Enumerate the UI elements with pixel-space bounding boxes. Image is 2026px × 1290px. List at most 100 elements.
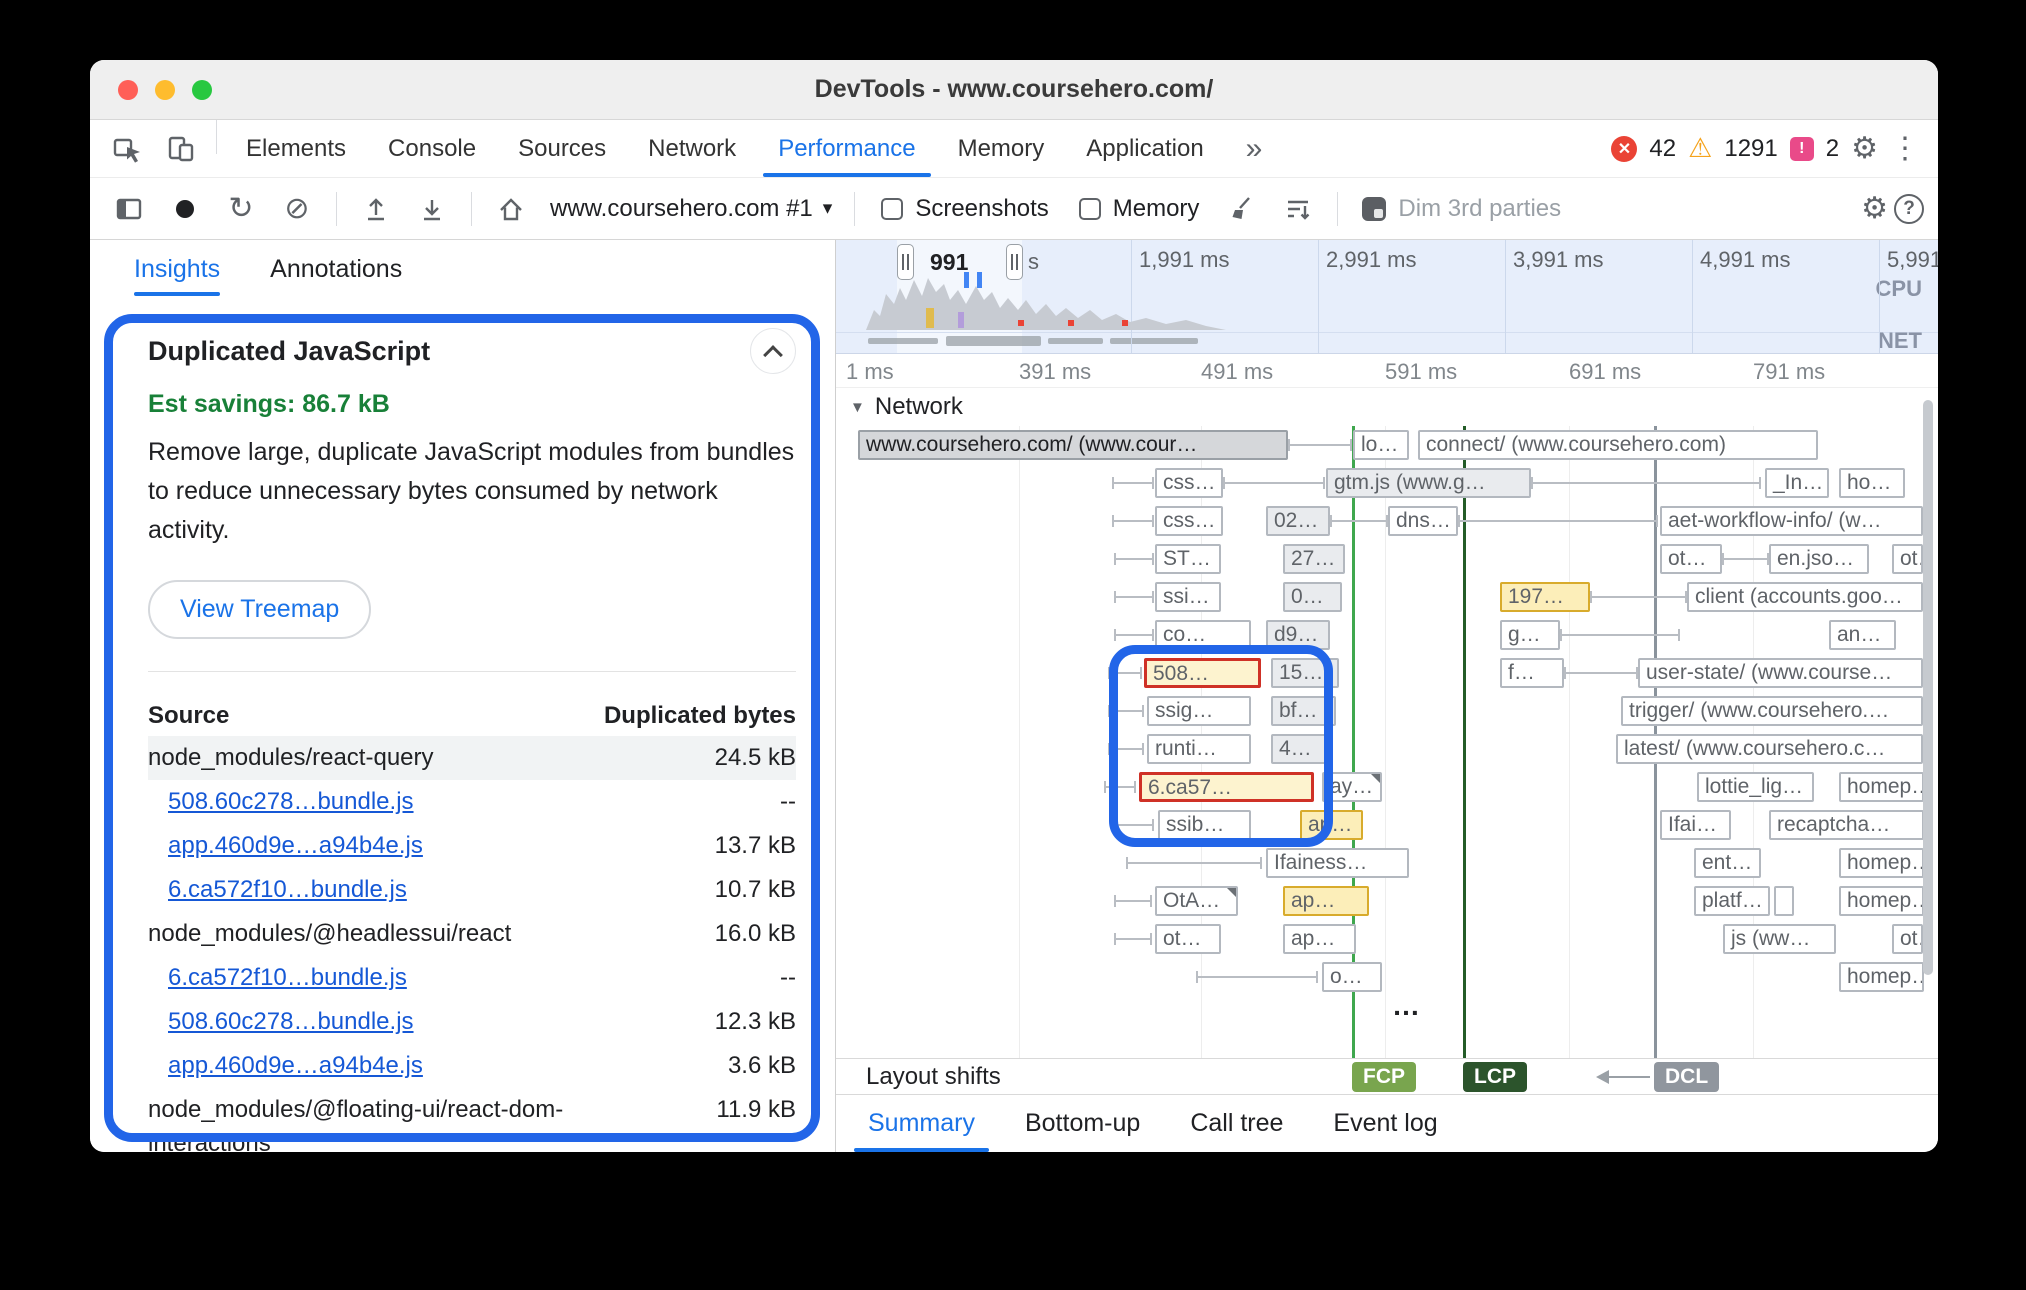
- tab-elements[interactable]: Elements: [225, 120, 367, 177]
- settings-gear-icon[interactable]: ⚙: [1851, 134, 1878, 164]
- bundle-link[interactable]: 508.60c278…bundle.js: [148, 785, 414, 819]
- issues-icon[interactable]: !: [1790, 137, 1814, 161]
- network-request-bar[interactable]: ot…: [1892, 924, 1923, 954]
- network-request-bar[interactable]: lottie_lig…: [1697, 772, 1814, 802]
- network-request-bar[interactable]: Ifainess…: [1266, 848, 1409, 878]
- network-request-bar[interactable]: o…: [1322, 962, 1382, 992]
- network-request-bar[interactable]: connect/ (www.coursehero.com): [1418, 430, 1818, 460]
- network-request-bar[interactable]: co…: [1155, 620, 1251, 650]
- clear-recording-icon[interactable]: ⊘: [272, 194, 322, 224]
- network-request-bar[interactable]: www.coursehero.com/ (www.cour…: [858, 430, 1288, 460]
- performance-settings-gear-icon[interactable]: ⚙: [1861, 194, 1888, 224]
- network-request-bar[interactable]: f…: [1500, 658, 1564, 688]
- zoom-window-button[interactable]: [192, 80, 212, 100]
- network-request-bar[interactable]: dns…: [1388, 506, 1458, 536]
- network-request-bar[interactable]: Ifai…: [1660, 810, 1731, 840]
- tab-application[interactable]: Application: [1065, 120, 1224, 177]
- bundle-link[interactable]: 6.ca572f10…bundle.js: [148, 873, 407, 907]
- upload-profile-icon[interactable]: [351, 194, 401, 224]
- selection-left-handle[interactable]: [897, 244, 914, 280]
- selection-right-handle[interactable]: [1006, 244, 1023, 280]
- tab-console[interactable]: Console: [367, 120, 497, 177]
- network-request-bar[interactable]: 02…: [1266, 506, 1330, 536]
- network-request-bar[interactable]: 15…: [1271, 658, 1339, 688]
- screenshots-toggle[interactable]: Screenshots: [869, 195, 1060, 223]
- toggle-sidebar-icon[interactable]: [104, 194, 154, 224]
- dim-third-parties-toggle[interactable]: Dim 3rd parties: [1352, 195, 1571, 223]
- bundle-link[interactable]: app.460d9e…a94b4e.js: [148, 1049, 423, 1083]
- tab-network[interactable]: Network: [627, 120, 757, 177]
- network-request-bar[interactable]: ay…: [1322, 772, 1382, 802]
- download-profile-icon[interactable]: [407, 194, 457, 224]
- network-request-bar[interactable]: ap…: [1283, 924, 1356, 954]
- network-request-bar[interactable]: platf…: [1694, 886, 1770, 916]
- garbage-collect-icon[interactable]: [1217, 194, 1267, 224]
- layout-shifts-track[interactable]: Layout shifts FCPLCPDCL: [836, 1058, 1938, 1094]
- tab-event-log[interactable]: Event log: [1313, 1095, 1457, 1152]
- network-request-bar[interactable]: css…: [1155, 468, 1223, 498]
- tab-performance[interactable]: Performance: [757, 120, 936, 177]
- network-request-bar[interactable]: bf…: [1271, 696, 1336, 726]
- network-request-bar[interactable]: ap…: [1300, 810, 1363, 840]
- tab-bottom-up[interactable]: Bottom-up: [1005, 1095, 1160, 1152]
- network-request-bar[interactable]: recaptcha…: [1769, 810, 1924, 840]
- network-request-bar[interactable]: css…: [1155, 506, 1223, 536]
- network-request-bar[interactable]: ssib…: [1158, 810, 1251, 840]
- view-treemap-button[interactable]: View Treemap: [148, 580, 371, 639]
- network-request-bar[interactable]: an…: [1829, 620, 1896, 650]
- network-request-bar[interactable]: en.jso…: [1769, 544, 1869, 574]
- network-request-bar[interactable]: ssig…: [1147, 696, 1251, 726]
- fcp-marker-badge[interactable]: FCP: [1352, 1062, 1416, 1092]
- help-icon[interactable]: ?: [1894, 194, 1924, 224]
- inspect-element-icon[interactable]: [100, 120, 154, 177]
- network-request-bar[interactable]: gtm.js (www.g…: [1326, 468, 1531, 498]
- network-request-bar[interactable]: OtA…: [1155, 886, 1238, 916]
- network-request-bar[interactable]: [1774, 886, 1794, 916]
- network-request-bar[interactable]: lo…: [1353, 430, 1409, 460]
- network-track-header[interactable]: ▼ Network: [836, 388, 1938, 426]
- network-request-bar[interactable]: 27…: [1283, 544, 1345, 574]
- network-request-bar[interactable]: ent…: [1694, 848, 1761, 878]
- memory-toggle[interactable]: Memory: [1067, 195, 1212, 223]
- reload-and-record-icon[interactable]: ↻: [216, 194, 266, 224]
- network-request-bar[interactable]: ap…: [1283, 886, 1369, 916]
- network-request-bar[interactable]: 197…: [1500, 582, 1590, 612]
- console-errors-icon[interactable]: ✕: [1611, 136, 1637, 162]
- network-request-bar[interactable]: 4…: [1271, 734, 1332, 764]
- more-tabs-button[interactable]: »: [1225, 120, 1284, 177]
- record-button[interactable]: [160, 194, 210, 224]
- network-request-bar[interactable]: js (ww…: [1723, 924, 1836, 954]
- collapsed-rows-ellipsis[interactable]: …: [1392, 990, 1422, 1022]
- network-request-bar[interactable]: user-state/ (www.course…: [1638, 658, 1923, 688]
- bundle-link[interactable]: app.460d9e…a94b4e.js: [148, 829, 423, 863]
- bundle-link[interactable]: 508.60c278…bundle.js: [148, 1005, 414, 1039]
- network-request-bar[interactable]: client (accounts.goo…: [1687, 582, 1923, 612]
- throttling-icon[interactable]: [1273, 194, 1323, 224]
- lcp-marker-badge[interactable]: LCP: [1463, 1062, 1527, 1092]
- device-toolbar-icon[interactable]: [154, 120, 208, 177]
- network-request-bar[interactable]: ot…: [1155, 924, 1221, 954]
- memory-checkbox[interactable]: [1079, 198, 1101, 220]
- network-request-bar[interactable]: homep…: [1839, 962, 1924, 992]
- network-request-bar[interactable]: 0…: [1283, 582, 1342, 612]
- screenshots-checkbox[interactable]: [881, 198, 903, 220]
- collapse-insight-button[interactable]: [750, 328, 796, 374]
- network-request-bar[interactable]: homep…: [1839, 886, 1924, 916]
- network-request-bar[interactable]: runti…: [1147, 734, 1251, 764]
- console-warnings-icon[interactable]: ⚠: [1688, 135, 1712, 162]
- network-request-bar[interactable]: _In…: [1765, 468, 1829, 498]
- network-request-bar[interactable]: d9…: [1266, 620, 1330, 650]
- network-request-bar[interactable]: homep…: [1839, 848, 1924, 878]
- network-request-bar[interactable]: 6.ca57…: [1139, 772, 1314, 802]
- network-request-bar[interactable]: trigger/ (www.coursehero.…: [1621, 696, 1923, 726]
- network-request-bar[interactable]: ssi…: [1155, 582, 1221, 612]
- vertical-scrollbar[interactable]: [1923, 400, 1933, 975]
- close-window-button[interactable]: [118, 80, 138, 100]
- home-icon[interactable]: [486, 194, 536, 224]
- network-request-bar[interactable]: ot…: [1660, 544, 1722, 574]
- tab-sources[interactable]: Sources: [497, 120, 627, 177]
- dcl-marker-badge[interactable]: DCL: [1654, 1062, 1719, 1092]
- page-selector-dropdown[interactable]: www.coursehero.com #1 ▾: [542, 195, 840, 223]
- tab-call-tree[interactable]: Call tree: [1170, 1095, 1303, 1152]
- tab-summary[interactable]: Summary: [848, 1095, 995, 1152]
